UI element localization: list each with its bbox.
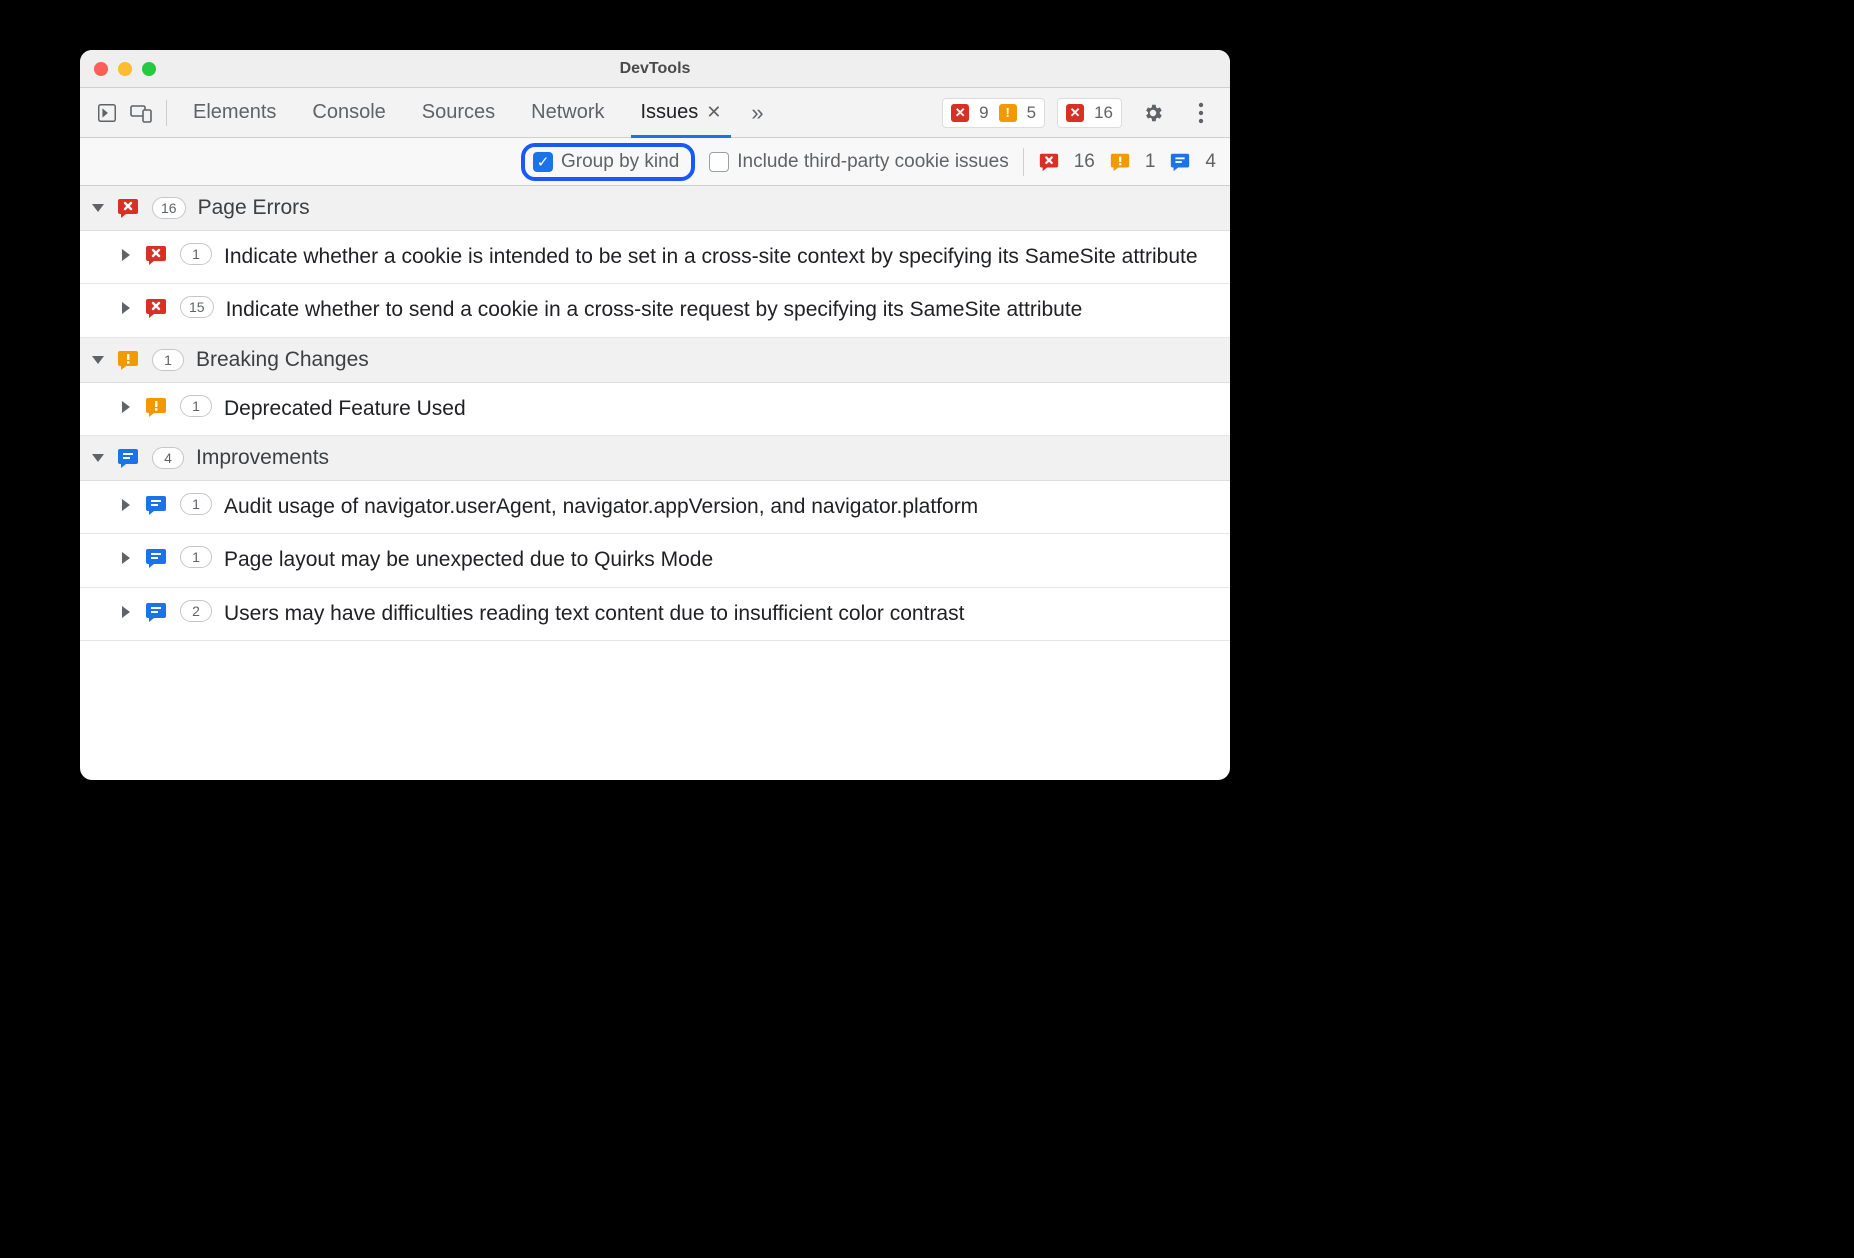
close-icon[interactable]: ✕	[706, 102, 721, 123]
issue-text: Deprecated Feature Used	[224, 395, 1218, 423]
tab-label: Elements	[193, 101, 276, 124]
page-error-icon	[1038, 151, 1060, 173]
tab-issues[interactable]: Issues ✕	[625, 88, 738, 137]
group-header-breaking-changes[interactable]: 1 Breaking Changes	[80, 338, 1230, 383]
breaking-change-icon	[144, 395, 168, 419]
issue-text: Page layout may be unexpected due to Qui…	[224, 546, 1218, 574]
issue-text: Audit usage of navigator.userAgent, navi…	[224, 493, 1218, 521]
group-header-page-errors[interactable]: 16 Page Errors	[80, 186, 1230, 231]
issue-row[interactable]: 1 Indicate whether a cookie is intended …	[80, 231, 1230, 284]
error-icon: ✕	[1066, 104, 1084, 122]
chevron-right-icon[interactable]	[122, 606, 130, 618]
warning-icon: !	[999, 104, 1017, 122]
devtools-window: DevTools Elements Console Sources Networ…	[80, 50, 1230, 780]
issue-text: Users may have difficulties reading text…	[224, 600, 1218, 628]
issue-text: Indicate whether to send a cookie in a c…	[226, 296, 1218, 324]
error-count: 9	[979, 103, 988, 123]
issues-status-box[interactable]: ✕ 16	[1057, 98, 1122, 128]
error-count: 16	[1074, 151, 1095, 173]
tab-network[interactable]: Network	[515, 88, 620, 137]
group-by-kind-checkbox[interactable]	[533, 152, 553, 172]
more-tabs-button[interactable]: »	[741, 100, 773, 126]
issues-list: 16 Page Errors 1 Indicate whether a cook…	[80, 186, 1230, 780]
chevron-down-icon[interactable]	[92, 454, 104, 462]
group-label: Page Errors	[198, 196, 310, 220]
group-label: Improvements	[196, 446, 329, 470]
group-by-kind-highlight: Group by kind	[521, 143, 695, 181]
issue-row[interactable]: 15 Indicate whether to send a cookie in …	[80, 284, 1230, 337]
inspect-element-button[interactable]	[92, 98, 122, 128]
main-tab-strip: Elements Console Sources Network Issues …	[80, 88, 1230, 138]
chevron-right-icon[interactable]	[122, 499, 130, 511]
page-error-icon	[116, 196, 140, 220]
chevron-right-icon[interactable]	[122, 249, 130, 261]
count-pill: 15	[180, 296, 214, 318]
page-error-icon	[144, 296, 168, 320]
issue-row[interactable]: 1 Audit usage of navigator.userAgent, na…	[80, 481, 1230, 534]
close-window-button[interactable]	[94, 62, 108, 76]
issue-row[interactable]: 1 Deprecated Feature Used	[80, 383, 1230, 436]
improvement-icon	[116, 446, 140, 470]
improvement-icon	[144, 600, 168, 624]
console-status-box[interactable]: ✕ 9 ! 5	[942, 98, 1045, 128]
info-count: 4	[1205, 151, 1216, 173]
warning-count: 5	[1027, 103, 1036, 123]
window-title: DevTools	[80, 60, 1230, 78]
issue-row[interactable]: 1 Page layout may be unexpected due to Q…	[80, 534, 1230, 587]
count-pill: 1	[180, 395, 212, 417]
minimize-window-button[interactable]	[118, 62, 132, 76]
tab-label: Sources	[422, 101, 495, 124]
divider	[166, 100, 167, 126]
page-error-icon	[144, 243, 168, 267]
window-controls	[94, 62, 156, 76]
chevron-down-icon[interactable]	[92, 356, 104, 364]
chevron-down-icon[interactable]	[92, 204, 104, 212]
tab-elements[interactable]: Elements	[177, 88, 292, 137]
include-third-party-label: Include third-party cookie issues	[737, 151, 1008, 173]
divider	[1023, 148, 1024, 176]
title-bar: DevTools	[80, 50, 1230, 88]
count-pill: 1	[152, 349, 184, 371]
issue-counts: 16 1 4	[1038, 151, 1216, 173]
tab-console[interactable]: Console	[296, 88, 401, 137]
tab-label: Console	[312, 101, 385, 124]
error-icon: ✕	[951, 104, 969, 122]
zoom-window-button[interactable]	[142, 62, 156, 76]
issue-row[interactable]: 2 Users may have difficulties reading te…	[80, 588, 1230, 641]
improvement-icon	[144, 493, 168, 517]
group-by-kind-label: Group by kind	[561, 151, 679, 173]
include-third-party-checkbox[interactable]	[709, 152, 729, 172]
settings-button[interactable]	[1136, 96, 1170, 130]
chevron-right-icon[interactable]	[122, 302, 130, 314]
count-pill: 1	[180, 493, 212, 515]
group-label: Breaking Changes	[196, 348, 369, 372]
issues-count: 16	[1094, 103, 1113, 123]
breaking-change-icon	[1109, 151, 1131, 173]
device-toolbar-button[interactable]	[126, 98, 156, 128]
improvement-icon	[144, 546, 168, 570]
improvement-icon	[1169, 151, 1191, 173]
chevron-right-icon[interactable]	[122, 552, 130, 564]
warning-count: 1	[1145, 151, 1156, 173]
include-third-party-group[interactable]: Include third-party cookie issues	[709, 151, 1008, 173]
issues-toolbar: Group by kind Include third-party cookie…	[80, 138, 1230, 186]
count-pill: 1	[180, 243, 212, 265]
count-pill: 16	[152, 197, 186, 219]
more-options-button[interactable]	[1184, 96, 1218, 130]
tab-sources[interactable]: Sources	[406, 88, 511, 137]
group-header-improvements[interactable]: 4 Improvements	[80, 436, 1230, 481]
tab-label: Issues	[641, 101, 699, 124]
tab-label: Network	[531, 101, 604, 124]
chevron-right-icon[interactable]	[122, 401, 130, 413]
issue-text: Indicate whether a cookie is intended to…	[224, 243, 1218, 271]
breaking-change-icon	[116, 348, 140, 372]
count-pill: 2	[180, 600, 212, 622]
count-pill: 1	[180, 546, 212, 568]
count-pill: 4	[152, 447, 184, 469]
